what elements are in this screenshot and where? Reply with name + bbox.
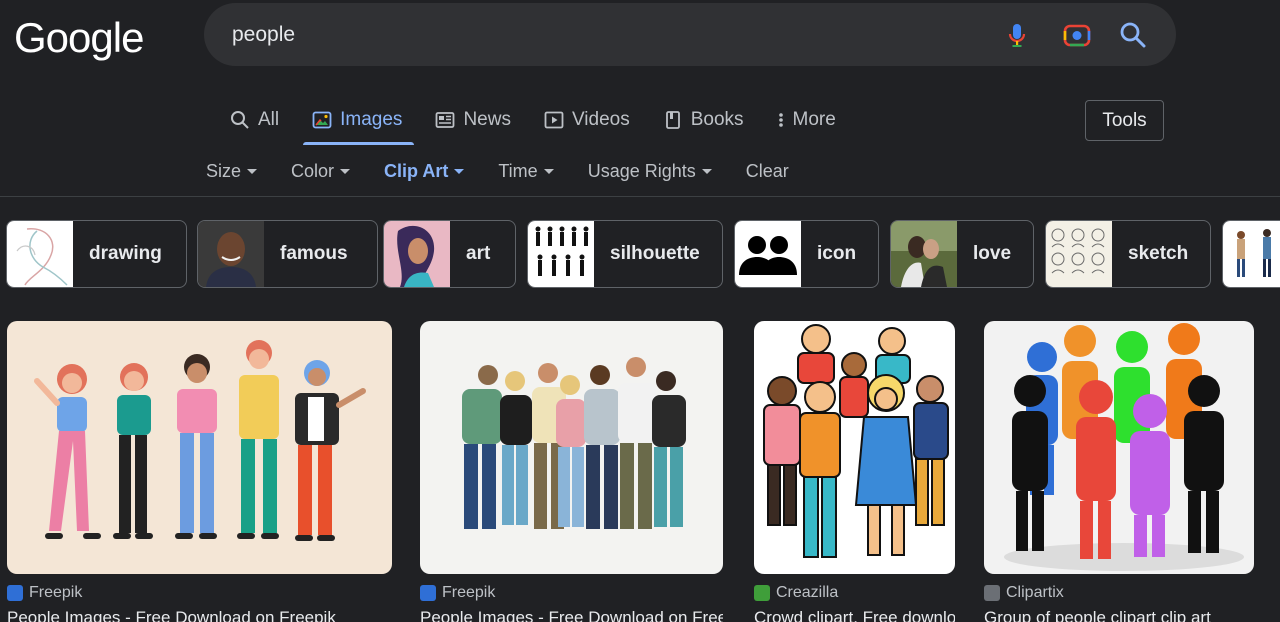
chip-thumbnail <box>1046 221 1112 287</box>
source-label: Creazilla <box>776 584 839 601</box>
image-icon <box>312 111 332 129</box>
filter-usage-rights[interactable]: Usage Rights <box>588 158 712 184</box>
result-title[interactable]: People Images - Free Download on Freepik <box>420 608 723 622</box>
image-result: Freepik People Images - Free Download on… <box>420 321 723 622</box>
filter-label: Time <box>498 160 538 181</box>
result-image[interactable] <box>7 321 392 574</box>
result-image[interactable] <box>420 321 723 574</box>
source-label: Freepik <box>442 584 496 601</box>
tab-videos[interactable]: Videos <box>544 104 630 136</box>
search-icon <box>231 111 249 129</box>
search-input[interactable] <box>232 3 932 66</box>
chip-label: love <box>973 243 1012 264</box>
tab-label: More <box>792 109 836 130</box>
result-title[interactable]: People Images - Free Download on Freepik <box>7 608 392 622</box>
tab-images[interactable]: Images <box>312 104 402 136</box>
chip-thumbnail <box>735 221 801 287</box>
caret-down-icon <box>454 168 465 174</box>
tab-books[interactable]: Books <box>663 104 744 136</box>
chip-sketch[interactable]: sketch <box>1045 220 1211 288</box>
chip-thumbnail <box>7 221 73 287</box>
result-title[interactable]: Group of people clipart clip art <box>984 608 1254 622</box>
result-source[interactable]: Clipartix <box>984 584 1254 602</box>
clipartix-favicon-icon <box>984 585 1000 601</box>
result-title[interactable]: Crowd clipart. Free download <box>754 608 955 622</box>
video-icon <box>544 111 564 129</box>
chip-label: famous <box>280 243 348 264</box>
active-tab-indicator <box>303 142 414 145</box>
tab-label: Images <box>340 109 403 130</box>
tab-news[interactable]: News <box>435 104 511 136</box>
google-logo[interactable]: Google <box>14 14 144 62</box>
book-icon <box>665 111 680 129</box>
camera-lens-icon[interactable] <box>1062 20 1092 50</box>
filter-clip-art[interactable]: Clip Art <box>384 158 465 184</box>
tab-label: News <box>463 109 511 130</box>
more-vert-icon <box>778 113 783 127</box>
news-icon <box>436 112 455 128</box>
source-label: Clipartix <box>1006 584 1064 601</box>
chip-thumbnail <box>198 221 264 287</box>
creazilla-favicon-icon <box>754 585 770 601</box>
caret-down-icon <box>340 168 351 174</box>
image-result: Clipartix Group of people clipart clip a… <box>984 321 1254 622</box>
filter-label: Color <box>291 160 335 181</box>
filter-color[interactable]: Color <box>291 158 351 184</box>
tab-label: Videos <box>571 109 630 130</box>
source-label: Freepik <box>29 584 83 601</box>
chip-label: art <box>466 243 491 264</box>
chip-thumbnail <box>1223 221 1280 287</box>
filter-time[interactable]: Time <box>498 158 554 184</box>
chip-famous[interactable]: famous <box>197 220 378 288</box>
image-result: Creazilla Crowd clipart. Free download <box>754 321 955 622</box>
search-tabs: All Images News Videos Books More <box>230 104 869 140</box>
search-bar <box>204 3 1176 66</box>
chip-art[interactable]: art <box>383 220 516 288</box>
chip-thumbnail <box>891 221 957 287</box>
chip-label: silhouette <box>610 243 700 264</box>
search-icon[interactable] <box>1118 20 1148 50</box>
freepik-favicon-icon <box>7 585 23 601</box>
result-image[interactable] <box>754 321 955 574</box>
image-result: Freepik People Images - Free Download on… <box>7 321 392 622</box>
caret-down-icon <box>543 168 554 174</box>
filter-label: Size <box>206 160 242 181</box>
tools-button[interactable]: Tools <box>1085 100 1164 141</box>
chip-thumbnail <box>384 221 450 287</box>
filter-label: Clear <box>745 160 789 181</box>
tab-label: Books <box>690 109 744 130</box>
filter-label: Clip Art <box>384 160 449 181</box>
filter-size[interactable]: Size <box>206 158 258 184</box>
result-source[interactable]: Creazilla <box>754 584 955 602</box>
chip-partial[interactable] <box>1222 220 1280 288</box>
result-source[interactable]: Freepik <box>420 584 723 602</box>
microphone-icon[interactable] <box>1002 20 1032 50</box>
freepik-favicon-icon <box>420 585 436 601</box>
filter-clear[interactable]: Clear <box>746 158 789 184</box>
chip-label: drawing <box>89 243 162 264</box>
filter-bar: Size Color Clip Art Time Usage Rights Cl… <box>206 158 823 184</box>
chip-label: icon <box>817 243 857 264</box>
chip-label: sketch <box>1128 243 1189 264</box>
tab-all[interactable]: All <box>230 104 279 136</box>
tab-more[interactable]: More <box>777 104 836 136</box>
header-divider <box>0 196 1280 197</box>
caret-down-icon <box>701 168 712 174</box>
chip-drawing[interactable]: drawing <box>6 220 187 288</box>
chip-love[interactable]: love <box>890 220 1034 288</box>
google-images-page: Google people All Images News Videos Boo… <box>0 0 1280 622</box>
chip-thumbnail <box>528 221 594 287</box>
filter-label: Usage Rights <box>587 160 696 181</box>
tab-label: All <box>258 109 280 130</box>
chip-silhouette[interactable]: silhouette <box>527 220 723 288</box>
result-image[interactable] <box>984 321 1254 574</box>
chip-icon[interactable]: icon <box>734 220 879 288</box>
result-source[interactable]: Freepik <box>7 584 392 602</box>
caret-down-icon <box>247 168 258 174</box>
